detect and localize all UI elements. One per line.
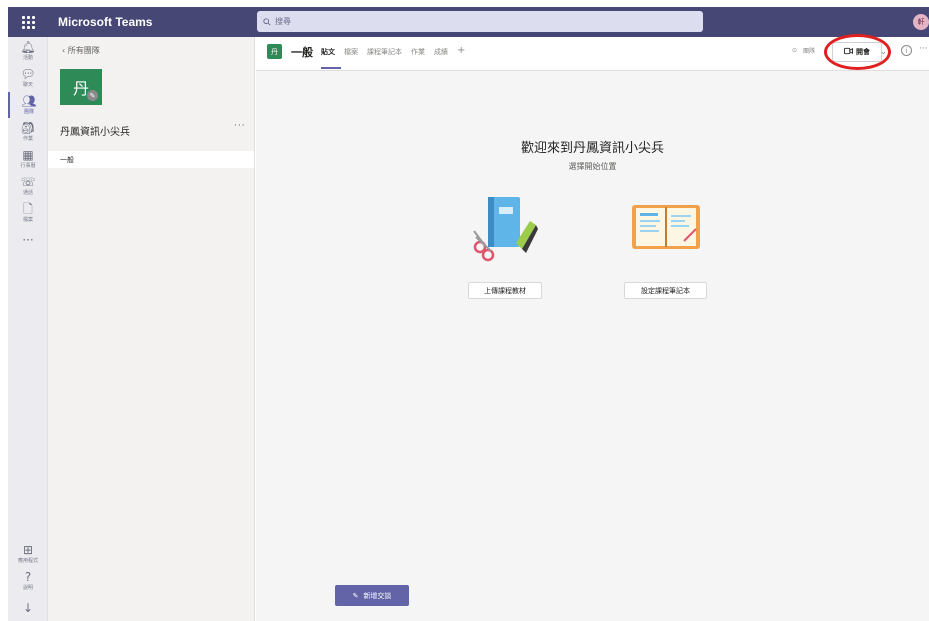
phone-icon: ☏ bbox=[20, 175, 36, 189]
all-teams-link[interactable]: ‹ 所有團隊 bbox=[62, 45, 100, 56]
channel-item-general[interactable]: 一般 bbox=[48, 151, 254, 168]
user-avatar[interactable]: 軒 bbox=[913, 14, 929, 30]
new-conversation-label: 新增交談 bbox=[363, 591, 392, 600]
rail-label: 作業 bbox=[22, 136, 33, 142]
welcome-subtitle: 選擇開始位置 bbox=[568, 162, 617, 171]
rail-label: 活動 bbox=[22, 55, 33, 61]
all-teams-label: 所有團隊 bbox=[67, 46, 100, 55]
info-icon[interactable]: i bbox=[901, 45, 912, 56]
class-notebook-illustration bbox=[632, 205, 700, 249]
tab-posts[interactable]: 貼文 bbox=[321, 47, 335, 57]
bell-icon: 🔔︎ bbox=[20, 40, 36, 54]
team-name: 丹鳳資訊小尖兵 bbox=[60, 127, 130, 138]
download-icon: ↓ bbox=[22, 601, 34, 615]
compose-icon: ✎ bbox=[352, 591, 359, 600]
rail-item-activity[interactable]: 🔔︎ 活動 bbox=[8, 38, 48, 64]
new-conversation-button[interactable]: ✎ 新增交談 bbox=[335, 585, 409, 606]
chevron-left-icon: ‹ bbox=[62, 46, 66, 55]
channel-name: 一般 bbox=[291, 46, 313, 59]
search-placeholder: 搜尋 bbox=[275, 17, 291, 26]
rail-label: 說明 bbox=[22, 585, 33, 591]
active-tab-indicator bbox=[321, 67, 341, 69]
team-label: 團隊 bbox=[803, 48, 816, 55]
channel-avatar: 丹 bbox=[267, 44, 282, 59]
welcome-title: 歡迎來到丹鳳資訊小尖兵 bbox=[520, 141, 664, 156]
tab-files[interactable]: 檔案 bbox=[344, 47, 358, 57]
app-launcher-icon[interactable] bbox=[8, 7, 48, 37]
search-icon bbox=[263, 17, 271, 26]
rail-label: 聊天 bbox=[22, 82, 33, 88]
rail-label: 應用程式 bbox=[17, 558, 38, 564]
edit-pencil-icon[interactable]: ✎ bbox=[87, 90, 98, 101]
teams-icon: 👥︎ bbox=[21, 94, 37, 108]
search-input[interactable]: 搜尋 bbox=[257, 11, 703, 32]
backpack-icon: 🎒︎ bbox=[20, 121, 36, 135]
file-icon: 🗋 bbox=[23, 202, 33, 216]
more-icon: ··· bbox=[22, 233, 34, 247]
rail-item-assignments[interactable]: 🎒︎ 作業 bbox=[8, 119, 48, 145]
tab-grades[interactable]: 成績 bbox=[434, 47, 448, 57]
rail-item-teams[interactable]: 👥︎ 團隊 bbox=[8, 92, 48, 118]
upload-course-materials-button[interactable]: 上傳課程教材 bbox=[468, 282, 542, 299]
rail-item-more[interactable]: ··· bbox=[8, 227, 48, 253]
channel-tabs: 貼文 檔案 課程筆記本 作業 成績 + bbox=[321, 46, 465, 57]
rail-item-help[interactable]: ? 說明 bbox=[8, 568, 48, 594]
rail-item-chat[interactable]: 💬︎ 聊天 bbox=[8, 65, 48, 91]
tab-assignments[interactable]: 作業 bbox=[411, 47, 425, 57]
more-options-icon[interactable]: ··· bbox=[919, 44, 928, 54]
team-more-options-icon[interactable]: ··· bbox=[234, 121, 246, 131]
app-title: Microsoft Teams bbox=[58, 15, 153, 29]
apps-icon: ⊞ bbox=[22, 543, 34, 557]
team-small-icon: ⊙ bbox=[792, 47, 798, 54]
top-bar: Microsoft Teams 搜尋 軒 bbox=[8, 7, 929, 37]
team-panel: ‹ 所有團隊 丹 ✎ 丹鳳資訊小尖兵 ··· 一般 bbox=[48, 37, 255, 621]
tab-class-notebook[interactable]: 課程筆記本 bbox=[367, 47, 402, 57]
rail-item-download[interactable]: ↓ bbox=[8, 595, 48, 621]
rail-bottom: ⊞ 應用程式 ? 說明 ↓ bbox=[8, 540, 48, 621]
chat-icon: 💬︎ bbox=[20, 67, 36, 81]
rail-label: 檔案 bbox=[22, 217, 33, 223]
team-indicator[interactable]: ⊙ 團隊 bbox=[792, 46, 815, 55]
rail-label: 通話 bbox=[22, 190, 33, 196]
rail-item-calendar[interactable]: ▦ 行事曆 bbox=[8, 146, 48, 172]
channel-content: 歡迎來到丹鳳資訊小尖兵 選擇開始位置 上傳課程教材 設定課程筆記本 ✎ 新增交談 bbox=[256, 71, 929, 621]
annotation-circle bbox=[824, 34, 891, 70]
calendar-icon: ▦ bbox=[22, 148, 34, 162]
rail-item-apps[interactable]: ⊞ 應用程式 bbox=[8, 541, 48, 567]
setup-class-notebook-button[interactable]: 設定課程筆記本 bbox=[624, 282, 707, 299]
rail-label: 團隊 bbox=[23, 109, 34, 115]
teams-window: Microsoft Teams 搜尋 軒 🔔︎ 活動 💬︎ 聊天 👥︎ 團隊 🎒… bbox=[0, 0, 929, 621]
rail-label: 行事曆 bbox=[20, 163, 36, 169]
course-materials-illustration bbox=[473, 197, 538, 262]
add-tab-icon[interactable]: + bbox=[457, 46, 465, 57]
help-icon: ? bbox=[24, 570, 32, 584]
app-rail: 🔔︎ 活動 💬︎ 聊天 👥︎ 團隊 🎒︎ 作業 ▦ 行事曆 ☏ 通話 🗋 檔案 … bbox=[8, 37, 48, 621]
rail-item-calls[interactable]: ☏ 通話 bbox=[8, 173, 48, 199]
rail-item-files[interactable]: 🗋 檔案 bbox=[8, 200, 48, 226]
team-avatar[interactable]: 丹 ✎ bbox=[60, 69, 102, 105]
